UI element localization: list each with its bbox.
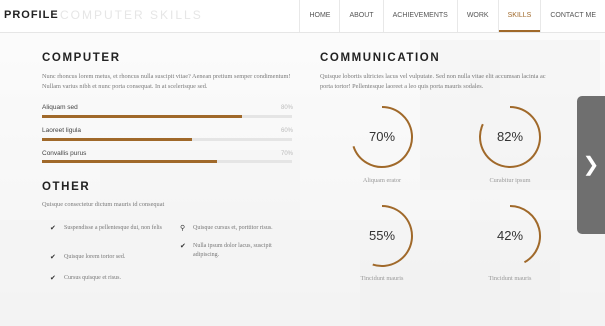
location-pin-icon: ⚲: [180, 225, 186, 232]
skill-bar-fill: [42, 115, 242, 118]
list-item: Quisque cursus et, porttitor risus.: [193, 225, 273, 231]
skill-bar-fill: [42, 138, 192, 141]
chevron-right-icon: ❯: [582, 154, 600, 176]
other-description: Quisque consectetur dictum mauris id con…: [42, 201, 165, 208]
faded-section-title: COMPUTER SKILLS: [60, 8, 203, 22]
nav-item-achievements[interactable]: ACHIEVEMENTS: [382, 0, 457, 32]
other-heading: OTHER: [42, 181, 91, 193]
circle-caption: Curabitur ipsum: [489, 177, 531, 184]
check-icon: ✔: [50, 275, 56, 282]
skill-bar-fill: [42, 160, 217, 163]
bar-percent: 60%: [280, 128, 293, 134]
circle-value: 42%: [496, 228, 524, 243]
next-slide-button[interactable]: ❯: [577, 96, 605, 234]
list-item: Cursus quisque et risus.: [64, 275, 121, 281]
skill-bar: [42, 160, 292, 163]
circle-caption: Tincidunt mauris: [488, 275, 532, 282]
skill-bar: [42, 138, 292, 141]
top-navbar: PROFILE COMPUTER SKILLS HOME ABOUT ACHIE…: [0, 0, 605, 33]
progress-circle: 55%: [350, 204, 414, 268]
circle-caption: Aliquam erator: [362, 177, 402, 184]
bar-label: Aliquam sed: [42, 104, 78, 111]
computer-heading: COMPUTER: [42, 52, 121, 64]
nav-item-work[interactable]: WORK: [456, 0, 498, 32]
communication-description: Quisque lobortis ultricies lacus vel vul…: [320, 73, 546, 90]
bar-label: Laoreet ligula: [42, 127, 82, 134]
circle-caption: Tincidunt mauris: [360, 275, 404, 282]
nav-item-skills[interactable]: SKILLS: [497, 0, 541, 32]
progress-circle: 82%: [478, 105, 542, 169]
brand-logo[interactable]: PROFILE: [4, 9, 59, 21]
nav-item-contact[interactable]: CONTACT ME: [540, 0, 605, 32]
nav-item-about[interactable]: ABOUT: [339, 0, 382, 32]
communication-heading: COMMUNICATION: [320, 52, 441, 64]
bar-label: Convallis purus: [42, 150, 87, 157]
list-item: Suspendisse a pellentesque dui, non feli…: [64, 225, 162, 231]
bar-percent: 80%: [280, 105, 293, 111]
nav-menu: HOME ABOUT ACHIEVEMENTS WORK SKILLS CONT…: [299, 0, 605, 32]
list-item: Quisque lorem tortor sed.: [64, 254, 126, 260]
circle-value: 70%: [368, 129, 396, 144]
progress-circle: 42%: [478, 204, 542, 268]
check-icon: ✔: [50, 225, 56, 232]
check-icon: ✔: [180, 243, 186, 250]
nav-item-home[interactable]: HOME: [299, 0, 339, 32]
check-icon: ✔: [50, 254, 56, 261]
bar-percent: 70%: [280, 151, 293, 157]
circle-value: 55%: [368, 228, 396, 243]
computer-description: Nunc rhoncus lorem metus, et rhoncus nul…: [42, 73, 291, 90]
circle-value: 82%: [496, 129, 524, 144]
list-item: Nulla ipsum dolor lacus, suscipit adipis…: [193, 243, 272, 258]
skill-bar: [42, 115, 292, 118]
progress-circle: 70%: [350, 105, 414, 169]
